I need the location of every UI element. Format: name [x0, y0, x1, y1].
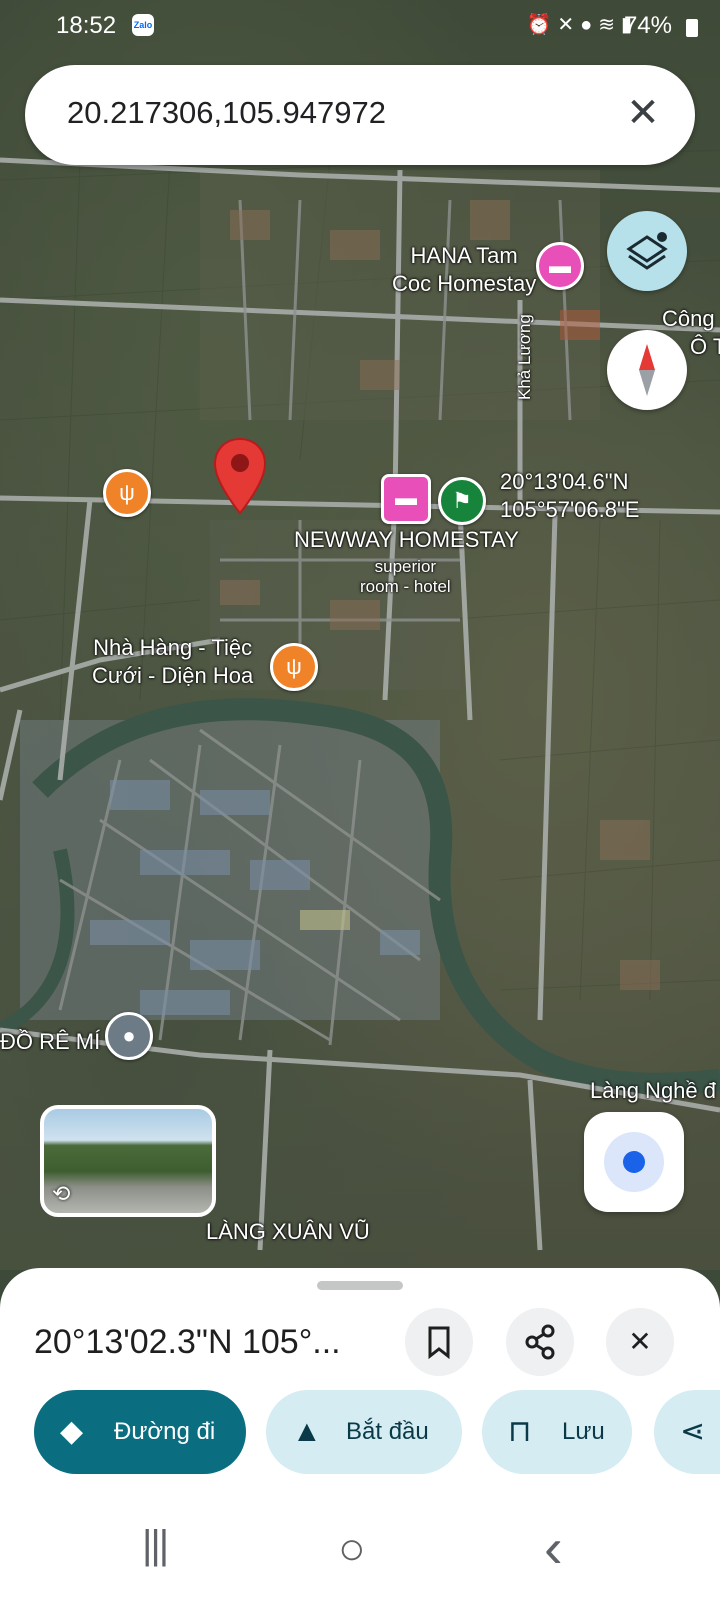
fork-knife-icon: ψ: [119, 480, 135, 505]
map-pin-icon: [213, 437, 267, 515]
share-button[interactable]: [506, 1308, 574, 1376]
recent-apps-button[interactable]: |||: [142, 1523, 169, 1568]
close-icon[interactable]: ✕: [623, 89, 663, 137]
bookmark-icon: ⊓: [508, 1415, 532, 1448]
save-button[interactable]: [405, 1308, 473, 1376]
layers-button[interactable]: [607, 211, 687, 291]
label-nha-hang[interactable]: Nhà Hàng - Tiệc Cưới - Diện Hoa: [92, 634, 253, 690]
start-button[interactable]: ▲ Bắt đầu: [266, 1390, 462, 1474]
close-icon: ✕: [628, 1326, 652, 1357]
bed-icon: ▬: [549, 253, 571, 278]
location-icon: ●: [580, 14, 599, 36]
alarm-icon: ⏰: [526, 14, 558, 36]
flag-poi[interactable]: ⚑: [438, 477, 486, 525]
system-nav-bar: ||| ○ ‹: [0, 1515, 720, 1585]
directions-button[interactable]: ◆ Đường đi: [34, 1390, 246, 1474]
start-label: Bắt đầu: [346, 1418, 429, 1445]
label-newway-subtitle: superior room - hotel: [360, 557, 451, 596]
label-lang-xuan-vu: LÀNG XUÂN VŨ: [206, 1219, 370, 1244]
back-button[interactable]: ‹: [544, 1515, 563, 1580]
share-icon: ⋖: [680, 1415, 706, 1448]
label-hana-homestay[interactable]: HANA Tam Coc Homestay: [392, 242, 536, 298]
navigation-arrow-icon: ▲: [292, 1415, 322, 1448]
layers-icon: [626, 232, 668, 270]
street-view-thumbnail[interactable]: ⟲: [40, 1105, 216, 1217]
search-box[interactable]: 20.217306,105.947972 ✕: [25, 65, 695, 165]
dot-icon: ●: [122, 1023, 136, 1048]
battery-percent: 74%: [623, 12, 672, 39]
place-title: 20°13'02.3"N 105°...: [34, 1323, 341, 1361]
label-cong-2[interactable]: Ô T: [690, 333, 720, 361]
flag-icon: ⚑: [452, 488, 472, 513]
hotel-poi-hana[interactable]: ▬: [536, 242, 584, 290]
label-do-re-mi[interactable]: ĐỒ RÊ MÍ: [0, 1028, 100, 1056]
save-label: Lưu: [562, 1418, 605, 1445]
label-lang-nghe[interactable]: Làng Nghề đ: [590, 1077, 716, 1105]
wifi-icon: ≋: [598, 14, 621, 36]
compass-icon: [639, 344, 655, 396]
label-hana-line: HANA Tam Coc Homestay: [392, 243, 537, 296]
dropped-pin-coordinate-label[interactable]: 20°13'04.6"N 105°57'06.8"E: [500, 468, 639, 524]
save-pill-button[interactable]: ⊓ Lưu: [482, 1390, 632, 1474]
drag-handle[interactable]: [317, 1281, 403, 1290]
directions-label: Đường đi: [114, 1418, 216, 1445]
map-view[interactable]: HANA Tam Coc Homestay Công Ô T Khả Lương…: [0, 0, 720, 1270]
search-query[interactable]: 20.217306,105.947972: [67, 95, 386, 131]
fork-knife-icon: ψ: [286, 654, 302, 679]
label-cong[interactable]: Công: [662, 305, 715, 333]
status-icons: ⏰✕●≋▮: [526, 12, 638, 37]
share-icon: [525, 1324, 555, 1360]
label-newway-homestay[interactable]: NEWWAY HOMESTAY: [294, 526, 519, 554]
bookmark-icon: [428, 1326, 450, 1360]
home-button[interactable]: ○: [338, 1521, 366, 1575]
my-location-button[interactable]: [584, 1112, 684, 1212]
status-time: 18:52: [56, 12, 117, 39]
directions-icon: ◆: [60, 1415, 84, 1448]
my-location-icon: [623, 1151, 645, 1173]
restaurant-poi[interactable]: ψ: [103, 469, 151, 517]
rotate-360-icon: ⟲: [52, 1181, 71, 1206]
bed-icon: ▬: [395, 485, 417, 510]
compass-button[interactable]: [607, 330, 687, 410]
mute-icon: ✕: [557, 14, 581, 36]
restaurant-poi-nha-hang[interactable]: ψ: [270, 643, 318, 691]
zalo-app-icon: Zalo: [132, 14, 154, 36]
close-sheet-button[interactable]: ✕: [606, 1308, 674, 1376]
share-pill-button[interactable]: ⋖: [654, 1390, 720, 1474]
place-poi-do-re-mi[interactable]: ●: [105, 1012, 153, 1060]
status-bar: 18:52 Zalo ⏰✕●≋▮ 74%: [0, 8, 720, 48]
road-label-kha-luong: Khả Lương: [515, 314, 534, 400]
hotel-poi-newway[interactable]: ▬: [381, 474, 431, 524]
battery-icon: [686, 19, 698, 37]
